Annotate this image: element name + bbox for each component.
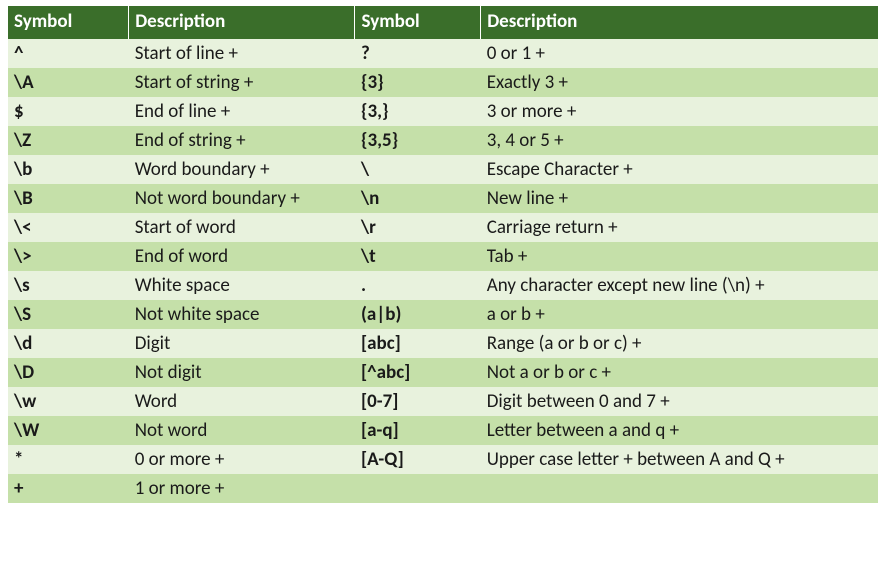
description-cell: Word boundary +: [129, 155, 355, 184]
description-cell: Tab +: [481, 242, 878, 271]
description-cell: 0 or more +: [129, 445, 355, 474]
header-row: Symbol Description Symbol Description: [8, 6, 878, 39]
symbol-cell: .: [355, 271, 481, 300]
table-row: \A Start of string + {3} Exactly 3 +: [8, 68, 878, 97]
table-row: ^ Start of line + ? 0 or 1 +: [8, 39, 878, 68]
description-cell: Letter between a and q +: [481, 416, 878, 445]
description-cell: Not a or b or c +: [481, 358, 878, 387]
symbol-cell: ^: [8, 39, 129, 68]
symbol-cell: [0-7]: [355, 387, 481, 416]
description-cell: Start of word: [129, 213, 355, 242]
description-cell: [481, 474, 878, 503]
description-cell: Escape Character +: [481, 155, 878, 184]
description-cell: Exactly 3 +: [481, 68, 878, 97]
description-cell: Any character except new line (\n) +: [481, 271, 878, 300]
description-cell: 3, 4 or 5 +: [481, 126, 878, 155]
table-row: $ End of line + {3,} 3 or more +: [8, 97, 878, 126]
table-row: \b Word boundary + \ Escape Character +: [8, 155, 878, 184]
reference-table: Symbol Description Symbol Description ^ …: [8, 6, 878, 503]
table-row: * 0 or more + [A-Q] Upper case letter + …: [8, 445, 878, 474]
description-cell: White space: [129, 271, 355, 300]
description-cell: Not word boundary +: [129, 184, 355, 213]
description-cell: Word: [129, 387, 355, 416]
table-row: \Z End of string + {3,5} 3, 4 or 5 +: [8, 126, 878, 155]
description-cell: New line +: [481, 184, 878, 213]
symbol-cell: {3,5}: [355, 126, 481, 155]
symbol-cell: {3}: [355, 68, 481, 97]
symbol-cell: [A-Q]: [355, 445, 481, 474]
table-row: \w Word [0-7] Digit between 0 and 7 +: [8, 387, 878, 416]
symbol-cell: \s: [8, 271, 129, 300]
header-description-2: Description: [481, 6, 878, 39]
table-row: \> End of word \t Tab +: [8, 242, 878, 271]
symbol-cell: \>: [8, 242, 129, 271]
symbol-cell: ?: [355, 39, 481, 68]
header-description-1: Description: [129, 6, 355, 39]
header-symbol-2: Symbol: [355, 6, 481, 39]
header-symbol-1: Symbol: [8, 6, 129, 39]
symbol-cell: (a|b): [355, 300, 481, 329]
description-cell: Digit between 0 and 7 +: [481, 387, 878, 416]
table-row: \d Digit [abc] Range (a or b or c) +: [8, 329, 878, 358]
regex-reference-table: Symbol Description Symbol Description ^ …: [0, 0, 886, 563]
description-cell: Carriage return +: [481, 213, 878, 242]
description-cell: End of string +: [129, 126, 355, 155]
symbol-cell: +: [8, 474, 129, 503]
description-cell: 1 or more +: [129, 474, 355, 503]
description-cell: a or b +: [481, 300, 878, 329]
symbol-cell: \Z: [8, 126, 129, 155]
symbol-cell: [a-q]: [355, 416, 481, 445]
symbol-cell: \w: [8, 387, 129, 416]
symbol-cell: *: [8, 445, 129, 474]
symbol-cell: \B: [8, 184, 129, 213]
description-cell: End of word: [129, 242, 355, 271]
description-cell: Range (a or b or c) +: [481, 329, 878, 358]
symbol-cell: \d: [8, 329, 129, 358]
table-row: \B Not word boundary + \n New line +: [8, 184, 878, 213]
symbol-cell: \n: [355, 184, 481, 213]
symbol-cell: \b: [8, 155, 129, 184]
description-cell: Upper case letter + between A and Q +: [481, 445, 878, 474]
description-cell: Not white space: [129, 300, 355, 329]
description-cell: Not digit: [129, 358, 355, 387]
symbol-cell: \W: [8, 416, 129, 445]
symbol-cell: \A: [8, 68, 129, 97]
symbol-cell: [^abc]: [355, 358, 481, 387]
symbol-cell: \r: [355, 213, 481, 242]
symbol-cell: \<: [8, 213, 129, 242]
description-cell: Start of string +: [129, 68, 355, 97]
symbol-cell: \S: [8, 300, 129, 329]
description-cell: 0 or 1 +: [481, 39, 878, 68]
symbol-cell: \D: [8, 358, 129, 387]
table-row: \D Not digit [^abc] Not a or b or c +: [8, 358, 878, 387]
symbol-cell: \t: [355, 242, 481, 271]
description-cell: Digit: [129, 329, 355, 358]
description-cell: Not word: [129, 416, 355, 445]
table-row: \S Not white space (a|b) a or b +: [8, 300, 878, 329]
symbol-cell: $: [8, 97, 129, 126]
symbol-cell: {3,}: [355, 97, 481, 126]
table-row: \W Not word [a-q] Letter between a and q…: [8, 416, 878, 445]
description-cell: 3 or more +: [481, 97, 878, 126]
description-cell: Start of line +: [129, 39, 355, 68]
table-row: \s White space . Any character except ne…: [8, 271, 878, 300]
table-row: + 1 or more +: [8, 474, 878, 503]
description-cell: End of line +: [129, 97, 355, 126]
symbol-cell: [355, 474, 481, 503]
symbol-cell: [abc]: [355, 329, 481, 358]
table-row: \< Start of word \r Carriage return +: [8, 213, 878, 242]
symbol-cell: \: [355, 155, 481, 184]
